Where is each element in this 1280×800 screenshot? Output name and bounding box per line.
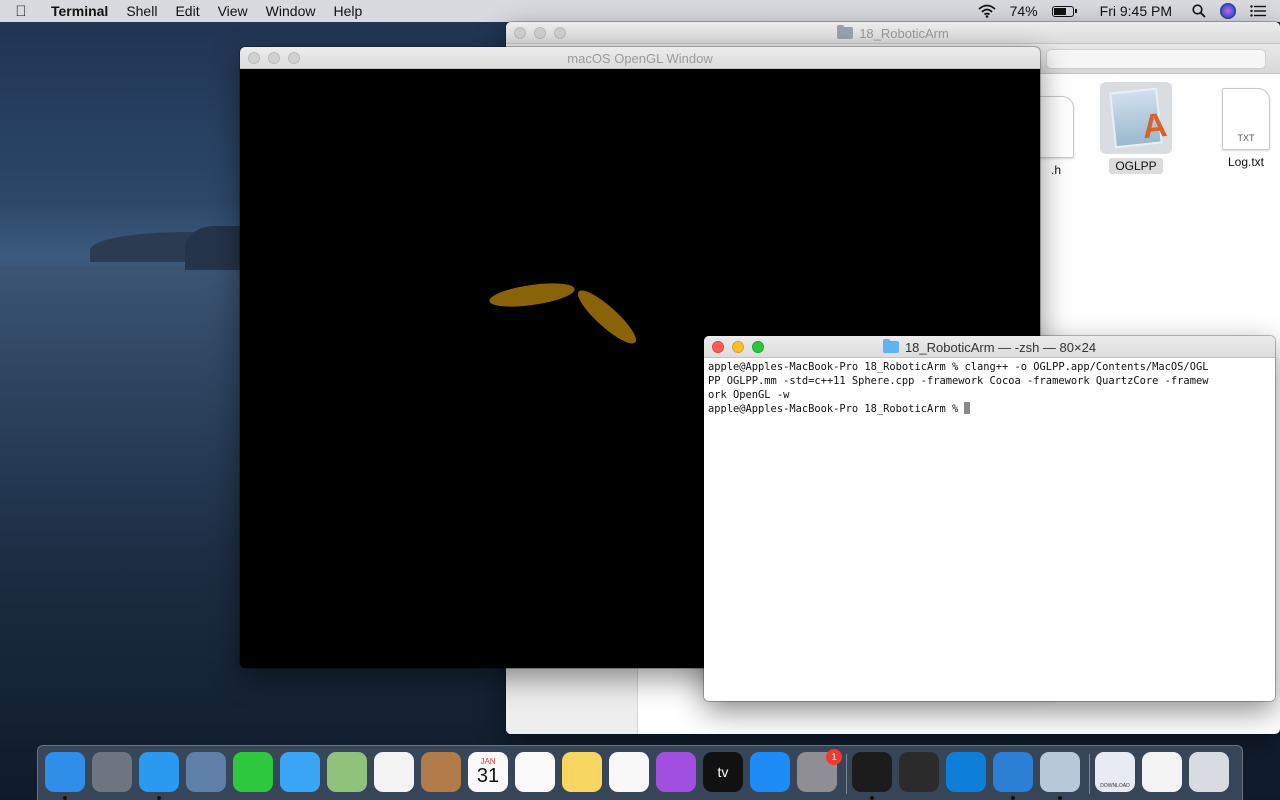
music-icon[interactable] xyxy=(609,752,649,792)
podcasts-icon[interactable] xyxy=(656,752,696,792)
terminal-titlebar[interactable]: 18_RoboticArm — -zsh — 80×24 xyxy=(704,336,1275,358)
siri-icon[interactable] xyxy=(1220,3,1236,19)
mail-icon[interactable] xyxy=(186,752,226,792)
menu-bar:  Terminal Shell Edit View Window Help 7… xyxy=(0,0,1280,22)
finder-title: 18_RoboticArm xyxy=(859,25,949,41)
trash-icon[interactable] xyxy=(1189,752,1229,792)
battery-icon[interactable] xyxy=(1051,5,1077,17)
zoom-button[interactable] xyxy=(288,51,300,64)
running-indicator xyxy=(63,796,67,800)
notification-center-icon[interactable] xyxy=(1250,5,1266,17)
terminal-prompt-line[interactable]: apple@Apples-MacBook-Pro 18_RoboticArm % xyxy=(708,402,1271,416)
menu-app-name[interactable]: Terminal xyxy=(42,3,117,19)
terminal-line: PP OGLPP.mm -std=c++11 Sphere.cpp -frame… xyxy=(708,375,1209,387)
robotic-arm-lower-segment xyxy=(577,290,637,344)
calendar-day: 31 xyxy=(476,765,500,787)
tv-label: tv xyxy=(717,764,729,780)
photos-icon[interactable] xyxy=(374,752,414,792)
reminders-icon[interactable] xyxy=(515,752,555,792)
terminal-window: 18_RoboticArm — -zsh — 80×24 apple@Apple… xyxy=(704,336,1275,701)
menu-help[interactable]: Help xyxy=(324,3,371,19)
menu-window[interactable]: Window xyxy=(257,3,325,19)
app-store-icon[interactable] xyxy=(750,752,790,792)
menu-shell[interactable]: Shell xyxy=(117,3,166,19)
terminal-line: ork OpenGL -w xyxy=(708,389,790,401)
battery-fill xyxy=(1053,7,1067,15)
running-indicator xyxy=(1011,796,1015,800)
running-indicator xyxy=(870,796,874,800)
battery-percent[interactable]: 74% xyxy=(1010,3,1038,19)
xcode-icon[interactable] xyxy=(993,752,1033,792)
dock-separator xyxy=(846,754,847,794)
desktop-island xyxy=(185,226,245,270)
terminal-title: 18_RoboticArm — -zsh — 80×24 xyxy=(904,339,1097,355)
finder-titlebar[interactable]: 18_RoboticArm xyxy=(506,22,1280,44)
opengl-titlebar[interactable]: macOS OpenGL Window xyxy=(240,47,1040,69)
wifi-icon[interactable] xyxy=(978,4,996,18)
terminal-icon[interactable] xyxy=(852,752,892,792)
contacts-icon[interactable] xyxy=(421,752,461,792)
dock: JAN 31 tv 1 DOWNLOAD xyxy=(37,745,1243,800)
menu-view[interactable]: View xyxy=(209,3,257,19)
maps-icon[interactable] xyxy=(327,752,367,792)
text-cursor xyxy=(964,402,971,414)
file-label: Log.txt xyxy=(1227,155,1265,169)
minimize-button[interactable] xyxy=(732,340,744,353)
safari-icon[interactable] xyxy=(139,752,179,792)
downloads-stack-icon[interactable]: DOWNLOAD xyxy=(1095,752,1135,792)
robotic-arm-upper-segment xyxy=(489,283,575,307)
close-button[interactable] xyxy=(248,51,260,64)
notes-icon[interactable] xyxy=(562,752,602,792)
opengl-traffic-lights xyxy=(240,51,300,64)
finder-search-field[interactable] xyxy=(1046,49,1266,69)
oglpp-app-icon[interactable] xyxy=(1040,752,1080,792)
tv-icon[interactable]: tv xyxy=(703,752,743,792)
running-indicator xyxy=(157,796,161,800)
file-label: .h xyxy=(1050,163,1061,177)
documents-stack-icon[interactable] xyxy=(1142,752,1182,792)
file-label: OGLPP xyxy=(1109,158,1163,174)
teamviewer-icon[interactable] xyxy=(946,752,986,792)
spotlight-search-icon[interactable] xyxy=(1192,4,1206,18)
file-item-oglpp[interactable]: OGLPP xyxy=(1091,82,1181,174)
calendar-icon[interactable]: JAN 31 xyxy=(468,752,508,792)
launchpad-icon[interactable] xyxy=(92,752,132,792)
finder-icon[interactable] xyxy=(45,752,85,792)
midi-keyboard-icon[interactable] xyxy=(899,752,939,792)
menu-edit[interactable]: Edit xyxy=(166,3,208,19)
terminal-line: apple@Apples-MacBook-Pro 18_RoboticArm %… xyxy=(708,361,1209,373)
terminal-traffic-lights xyxy=(704,340,764,353)
terminal-prompt: apple@Apples-MacBook-Pro 18_RoboticArm % xyxy=(708,403,965,415)
opengl-window-title: macOS OpenGL Window xyxy=(567,50,713,66)
apple-menu-icon[interactable]:  xyxy=(0,3,42,20)
file-item-log[interactable]: TXT Log.txt xyxy=(1201,88,1280,170)
folder-icon xyxy=(882,339,899,353)
zoom-button[interactable] xyxy=(554,26,566,39)
facetime-icon[interactable] xyxy=(233,752,273,792)
folder-icon xyxy=(837,25,854,39)
finder-traffic-lights xyxy=(506,26,566,39)
close-button[interactable] xyxy=(712,340,724,353)
notification-badge: 1 xyxy=(826,749,842,765)
minimize-button[interactable] xyxy=(534,26,546,39)
zoom-button[interactable] xyxy=(752,340,764,353)
messages-icon[interactable] xyxy=(280,752,320,792)
menubar-clock[interactable]: Fri 9:45 PM xyxy=(1100,3,1172,19)
oglpp-app-icon xyxy=(1100,82,1172,154)
dock-separator xyxy=(1089,754,1090,794)
system-preferences-icon[interactable]: 1 xyxy=(797,749,842,792)
downloads-label: DOWNLOAD xyxy=(1100,783,1130,789)
running-indicator xyxy=(1058,796,1062,800)
terminal-output[interactable]: apple@Apples-MacBook-Pro 18_RoboticArm %… xyxy=(704,358,1275,701)
text-file-icon: TXT xyxy=(1222,88,1270,150)
close-button[interactable] xyxy=(514,26,526,39)
minimize-button[interactable] xyxy=(268,51,280,64)
